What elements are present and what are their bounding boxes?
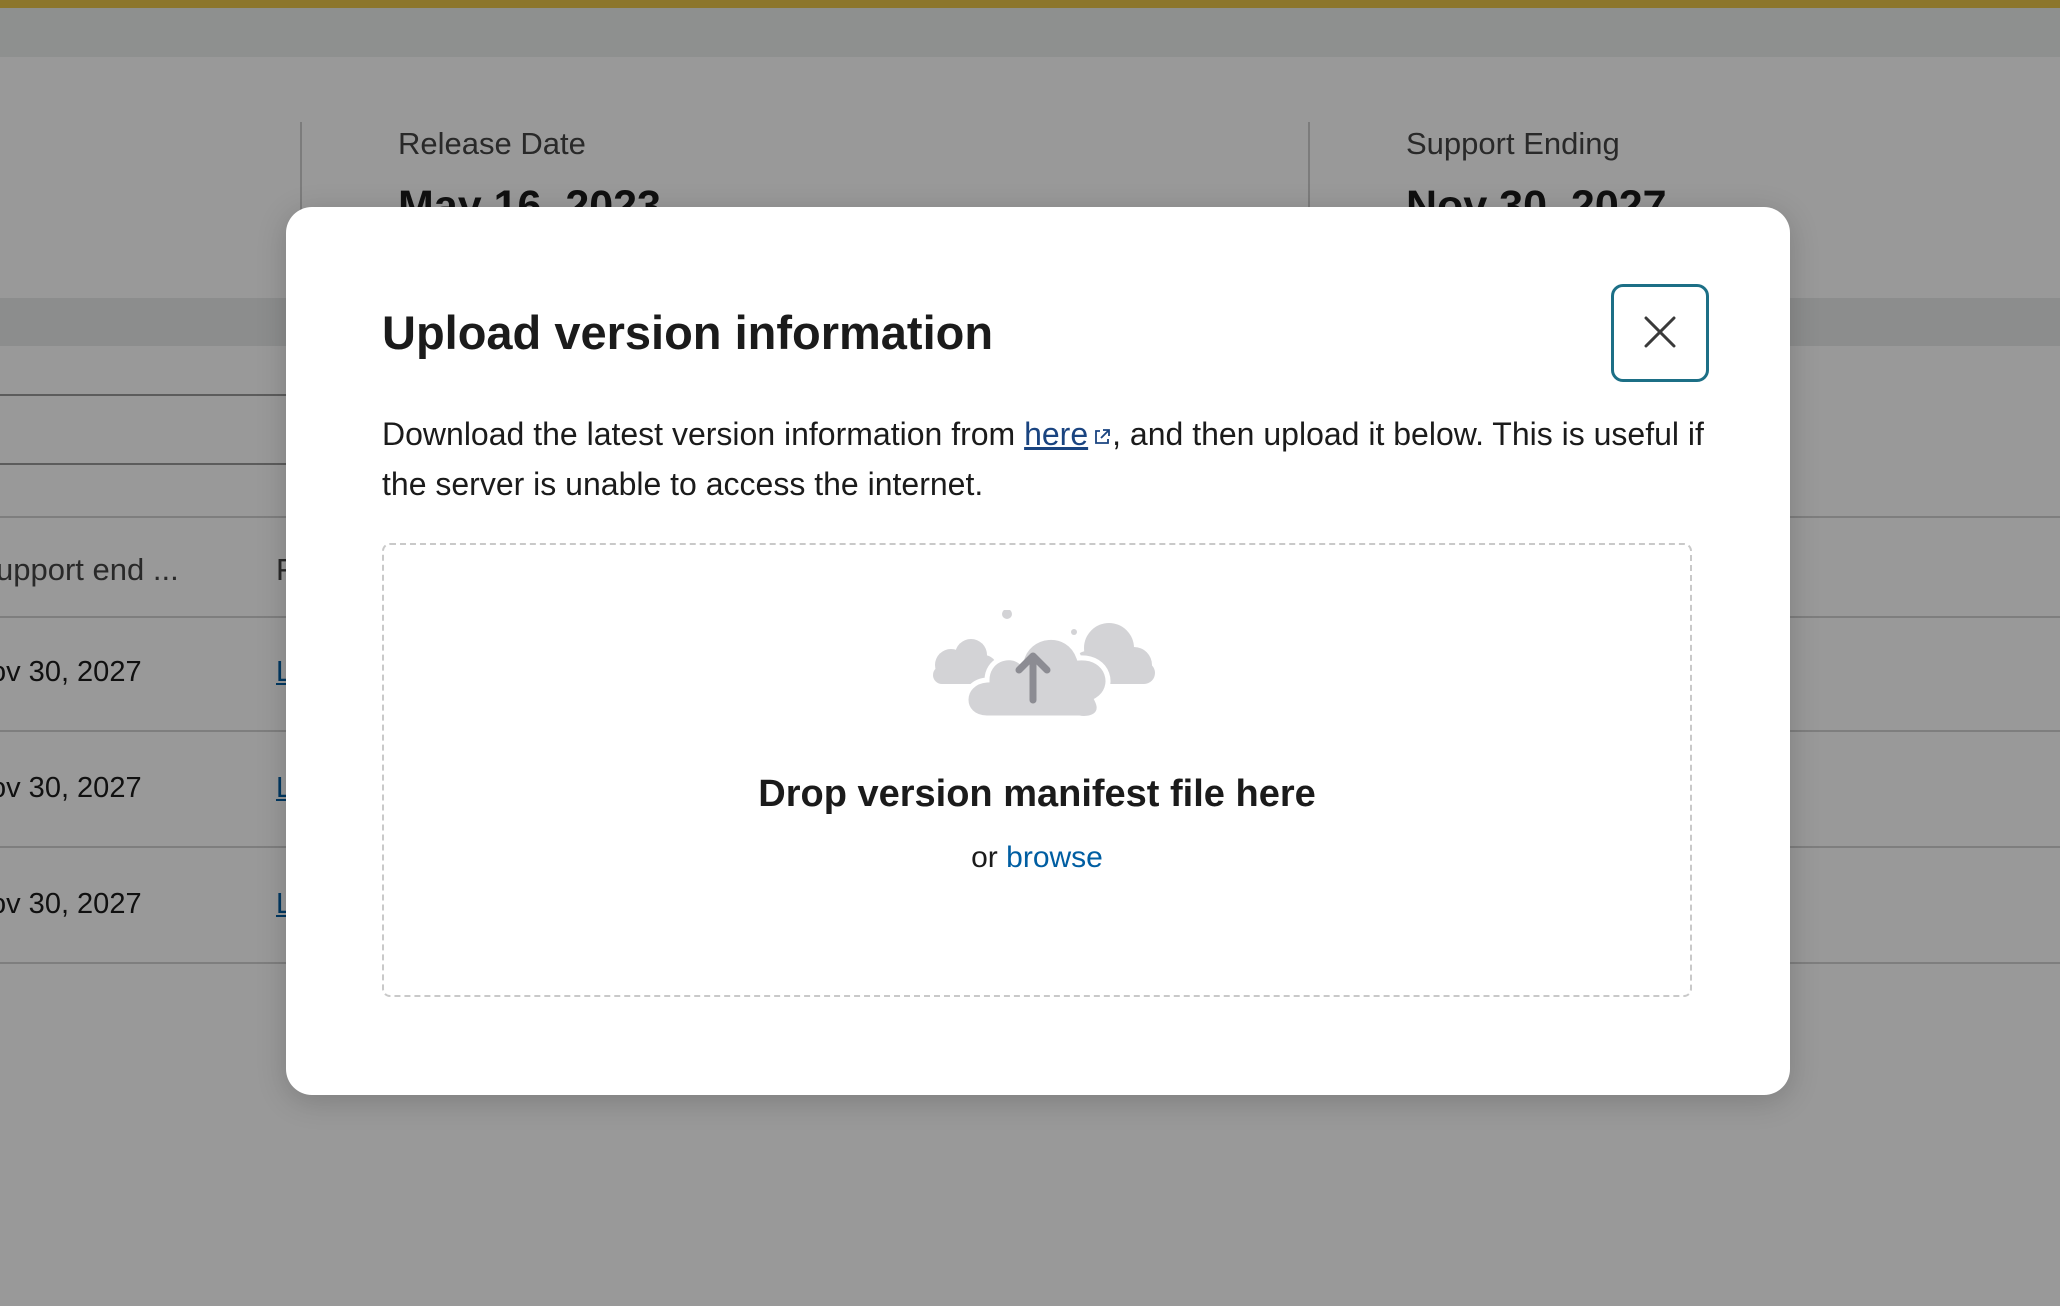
close-button[interactable]: [1611, 284, 1709, 382]
upload-version-modal: Upload version information Download the …: [286, 207, 1790, 1095]
external-link-icon: [1092, 412, 1112, 460]
file-dropzone[interactable]: Drop version manifest file here or brows…: [382, 543, 1692, 997]
modal-description: Download the latest version information …: [382, 410, 1712, 508]
dropzone-or-line: or browse: [384, 841, 1690, 875]
here-link-text: here: [1024, 416, 1089, 452]
or-text: or: [971, 841, 1007, 874]
dropzone-title: Drop version manifest file here: [758, 773, 1316, 815]
cloud-upload-icon: [929, 609, 1159, 725]
browse-link[interactable]: browse: [1006, 841, 1103, 874]
close-icon: [1643, 315, 1677, 352]
description-text-before: Download the latest version information …: [382, 416, 1025, 452]
download-here-link[interactable]: here: [1024, 416, 1088, 452]
modal-title: Upload version information: [382, 306, 994, 359]
